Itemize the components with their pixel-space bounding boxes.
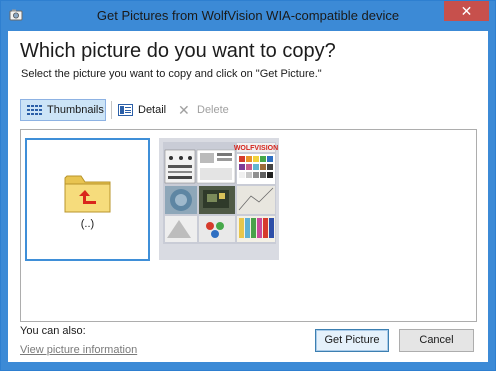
photo-item[interactable]: WOLFVISION [159, 138, 279, 260]
svg-text:WOLFVISION: WOLFVISION [234, 145, 278, 152]
close-button[interactable]: ✕ [444, 1, 489, 21]
delete-icon: ✕ [178, 102, 190, 118]
detail-view-button[interactable]: Detail [118, 99, 168, 121]
toolbar-separator [111, 101, 112, 119]
parent-folder-item[interactable]: (..) [25, 138, 150, 261]
parent-folder-icon [64, 175, 111, 213]
dialog-window: Get Pictures from WolfVision WIA-compati… [0, 0, 496, 371]
view-picture-information-link[interactable]: View picture information [20, 344, 137, 356]
thumbnails-view-button[interactable]: Thumbnails [20, 99, 106, 121]
parent-folder-label: (..) [80, 218, 95, 230]
page-title: Which picture do you want to copy? [20, 40, 336, 62]
instruction-text: Select the picture you want to copy and … [21, 68, 322, 80]
title-bar[interactable]: Get Pictures from WolfVision WIA-compati… [1, 1, 495, 31]
delete-label: Delete [197, 104, 229, 116]
dialog-content: Which picture do you want to copy? Selec… [8, 31, 488, 362]
cancel-button[interactable]: Cancel [399, 329, 474, 352]
photo-thumbnail: WOLFVISION [159, 138, 279, 260]
thumbnails-icon [27, 105, 42, 115]
thumbnails-label: Thumbnails [47, 104, 104, 116]
get-picture-button[interactable]: Get Picture [315, 329, 389, 352]
delete-button[interactable]: ✕ Delete [178, 99, 234, 121]
detail-icon [118, 104, 133, 116]
picture-list[interactable]: (..) WOLFVISION [20, 129, 477, 322]
also-label: You can also: [20, 325, 86, 337]
window-title: Get Pictures from WolfVision WIA-compati… [96, 8, 400, 23]
detail-label: Detail [138, 104, 167, 116]
view-toolbar: Thumbnails Detail ✕ Delete [20, 99, 475, 122]
